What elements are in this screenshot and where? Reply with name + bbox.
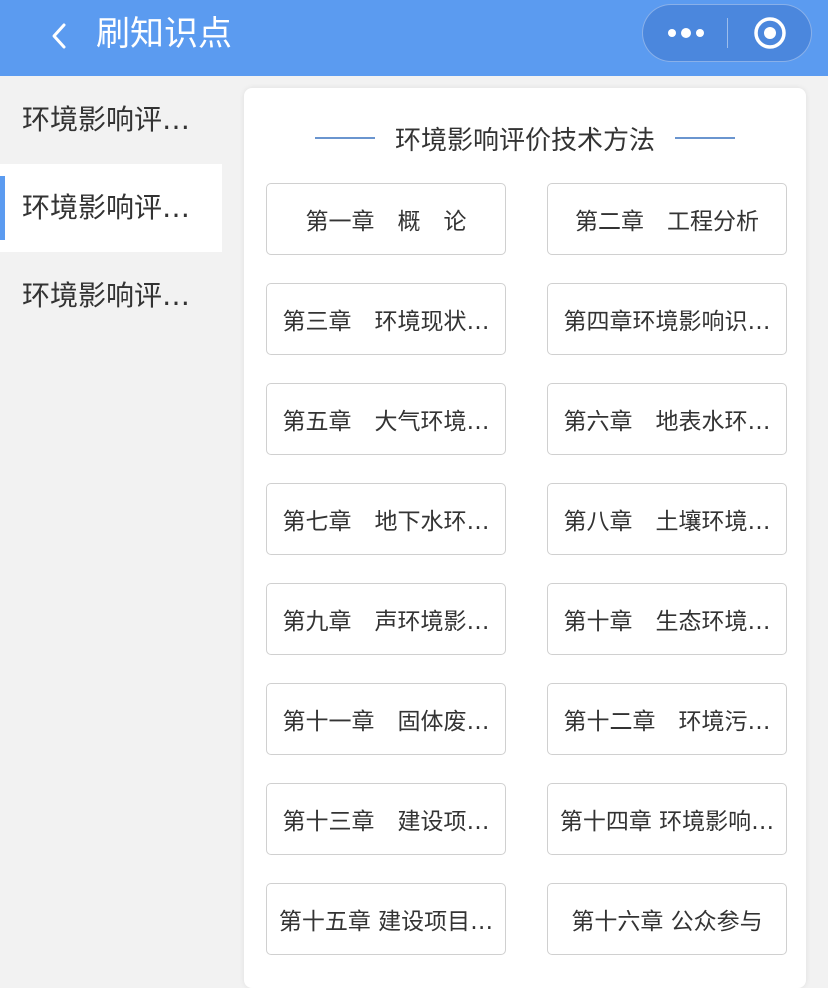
chapter-button-16[interactable]: 第十六章 公众参与 — [547, 883, 787, 955]
section-title: 环境影响评价技术方法 — [394, 125, 655, 156]
chapter-button-6[interactable]: 第六章 地表水环… — [547, 383, 787, 455]
chapter-label: 第七章 地下水环… — [282, 509, 490, 535]
chapter-button-5[interactable]: 第五章 大气环境… — [266, 383, 506, 455]
sidebar-item-label: 环境影响评… — [22, 103, 191, 136]
header-divider-right — [675, 137, 735, 139]
chapter-button-1[interactable]: 第一章 概 论 — [266, 183, 506, 255]
chapter-label: 第一章 概 论 — [305, 209, 467, 235]
chapter-button-8[interactable]: 第八章 土壤环境… — [547, 483, 787, 555]
chevron-left-icon — [52, 23, 66, 49]
back-button[interactable] — [44, 16, 74, 56]
chapter-button-9[interactable]: 第九章 声环境影… — [266, 583, 506, 655]
more-button[interactable] — [643, 5, 728, 61]
sidebar-item-3[interactable]: 环境影响评… — [0, 252, 222, 340]
sidebar-item-label: 环境影响评… — [22, 191, 191, 224]
more-dots-icon — [667, 28, 704, 38]
chapter-label: 第十六章 公众参与 — [571, 909, 763, 935]
chapter-grid: 第一章 概 论 第二章 工程分析 第三章 环境现状… 第四章环境影响识… 第五章… — [266, 183, 787, 955]
chapter-card: 环境影响评价技术方法 第一章 概 论 第二章 工程分析 第三章 环境现状… 第四… — [244, 88, 806, 988]
chapter-label: 第三章 环境现状… — [282, 309, 490, 335]
chapter-button-4[interactable]: 第四章环境影响识… — [547, 283, 787, 355]
chapter-button-7[interactable]: 第七章 地下水环… — [266, 483, 506, 555]
sidebar: 环境影响评… 环境影响评… 环境影响评… — [0, 76, 222, 971]
section-header: 环境影响评价技术方法 — [244, 114, 806, 162]
chapter-label: 第二章 工程分析 — [575, 209, 759, 235]
chapter-button-2[interactable]: 第二章 工程分析 — [547, 183, 787, 255]
sidebar-item-2[interactable]: 环境影响评… — [0, 164, 222, 252]
sidebar-item-label: 环境影响评… — [22, 279, 191, 312]
top-nav-bar: 刷知识点 — [0, 0, 828, 76]
chapter-label: 第十三章 建设项… — [282, 809, 490, 835]
chapter-label: 第五章 大气环境… — [282, 409, 490, 435]
chapter-button-14[interactable]: 第十四章 环境影响… — [547, 783, 787, 855]
chapter-button-3[interactable]: 第三章 环境现状… — [266, 283, 506, 355]
chapter-label: 第十四章 环境影响… — [559, 809, 775, 835]
chapter-button-11[interactable]: 第十一章 固体废… — [266, 683, 506, 755]
chapter-button-12[interactable]: 第十二章 环境污… — [547, 683, 787, 755]
mini-program-capsule — [642, 4, 812, 62]
target-circle-icon — [754, 17, 786, 49]
chapter-label: 第九章 声环境影… — [282, 609, 490, 635]
chapter-label: 第六章 地表水环… — [563, 409, 771, 435]
chapter-label: 第十二章 环境污… — [563, 709, 771, 735]
chapter-label: 第四章环境影响识… — [563, 309, 771, 335]
chapter-label: 第十五章 建设项目… — [278, 909, 494, 935]
chapter-button-13[interactable]: 第十三章 建设项… — [266, 783, 506, 855]
close-button[interactable] — [728, 5, 812, 61]
sidebar-item-1[interactable]: 环境影响评… — [0, 76, 222, 164]
chapter-label: 第十一章 固体废… — [282, 709, 490, 735]
chapter-label: 第十章 生态环境… — [563, 609, 771, 635]
chapter-label: 第八章 土壤环境… — [563, 509, 771, 535]
chapter-button-10[interactable]: 第十章 生态环境… — [547, 583, 787, 655]
chapter-button-15[interactable]: 第十五章 建设项目… — [266, 883, 506, 955]
page-title: 刷知识点 — [96, 14, 232, 54]
header-divider-left — [314, 137, 375, 139]
